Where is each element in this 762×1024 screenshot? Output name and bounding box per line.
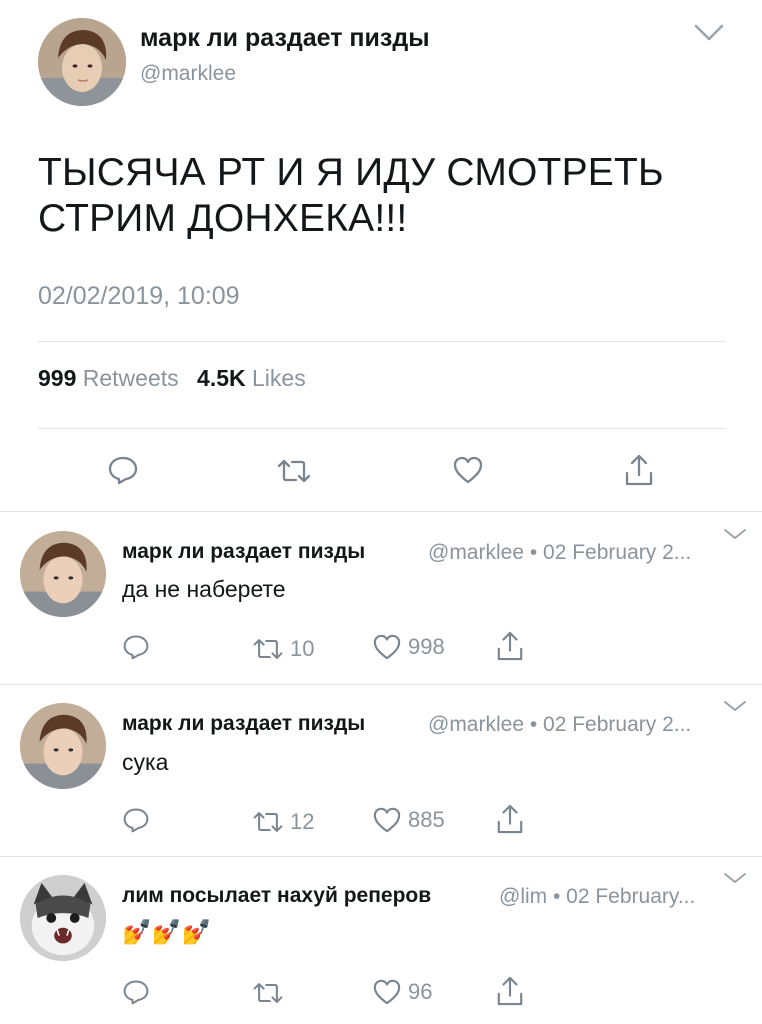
divider (0, 511, 762, 512)
retweet-icon (253, 812, 283, 832)
tweet-timestamp[interactable]: 02/02/2019, 10:09 (38, 282, 240, 311)
reply-meta[interactable]: @marklee • 02 February 2... (428, 541, 691, 565)
reply-display-name[interactable]: марк ли раздает пизды (122, 712, 365, 736)
heart-icon (373, 807, 401, 833)
reply-button[interactable] (122, 806, 150, 834)
share-icon (497, 976, 523, 1006)
like-button[interactable]: 96 (372, 978, 432, 1006)
reply-display-name[interactable]: лим посылает нахуй реперов (122, 884, 431, 908)
likes-count[interactable]: 4.5K (197, 365, 246, 391)
like-count: 96 (408, 979, 433, 1004)
reply-icon (123, 980, 149, 1005)
reply-button[interactable] (107, 455, 139, 485)
reply-button[interactable] (122, 978, 150, 1006)
reply-avatar-image (20, 531, 106, 617)
reply-display-name[interactable]: марк ли раздает пизды (122, 540, 365, 564)
reply-avatar[interactable] (20, 703, 106, 789)
retweet-count: 10 (290, 636, 315, 661)
reply-text: да не наберете (122, 576, 286, 602)
cat-avatar-image (20, 875, 106, 961)
reply-meta[interactable]: @lim • 02 February... (499, 885, 695, 909)
reply-avatar-image (20, 703, 106, 789)
reply-button[interactable] (122, 633, 150, 661)
like-count: 885 (408, 807, 445, 832)
chevron-down-icon[interactable] (722, 525, 748, 543)
divider (0, 684, 762, 685)
retweet-count: 12 (290, 809, 315, 834)
tweet-text-line: СТРИМ ДОНХЕКА!!! (38, 197, 408, 240)
share-button[interactable] (496, 630, 524, 662)
share-icon (625, 454, 653, 486)
retweet-icon (253, 983, 283, 1003)
reply-avatar[interactable] (20, 875, 106, 961)
divider (38, 428, 726, 429)
author-handle[interactable]: @marklee (140, 62, 236, 86)
share-icon (497, 804, 523, 834)
like-button[interactable] (452, 455, 484, 485)
share-button[interactable] (624, 453, 654, 487)
retweets-label[interactable]: Retweets (83, 365, 179, 391)
like-count: 998 (408, 634, 445, 659)
share-icon (497, 631, 523, 661)
chevron-down-icon[interactable] (722, 869, 748, 887)
chevron-down-icon[interactable] (722, 697, 748, 715)
like-button[interactable]: 998 (372, 633, 445, 661)
retweet-icon (253, 639, 283, 659)
reply-text: сука (122, 749, 169, 775)
reply-avatar[interactable] (20, 531, 106, 617)
heart-icon (373, 634, 401, 660)
likes-label[interactable]: Likes (252, 365, 306, 391)
heart-icon (373, 979, 401, 1005)
divider (38, 341, 726, 342)
author-display-name[interactable]: марк ли раздает пизды (140, 24, 430, 53)
tweet-stats: 999 Retweets 4.5K Likes (38, 365, 318, 392)
retweet-icon (277, 459, 311, 483)
reply-text: 💅💅💅 (122, 919, 212, 946)
reply-meta[interactable]: @marklee • 02 February 2... (428, 713, 691, 737)
author-avatar-image (38, 18, 126, 106)
chevron-down-icon[interactable] (692, 20, 726, 46)
retweet-button[interactable]: 10 (252, 636, 314, 662)
like-button[interactable]: 885 (372, 806, 445, 834)
share-button[interactable] (496, 803, 524, 835)
tweet-text: ТЫСЯЧА РТ И Я ИДУ СМОТРЕТЬ СТРИМ ДОНХЕКА… (38, 150, 728, 242)
reply-icon (108, 456, 138, 485)
share-button[interactable] (496, 975, 524, 1007)
retweet-button[interactable] (252, 981, 290, 1005)
heart-icon (453, 456, 483, 484)
tweet-text-line: ТЫСЯЧА РТ И Я ИДУ СМОТРЕТЬ (38, 151, 664, 194)
reply-icon (123, 808, 149, 833)
retweet-button[interactable]: 12 (252, 809, 314, 835)
divider (0, 856, 762, 857)
reply-icon (123, 635, 149, 660)
retweets-count[interactable]: 999 (38, 365, 76, 391)
retweet-button[interactable] (276, 458, 312, 484)
author-avatar[interactable] (38, 18, 126, 106)
